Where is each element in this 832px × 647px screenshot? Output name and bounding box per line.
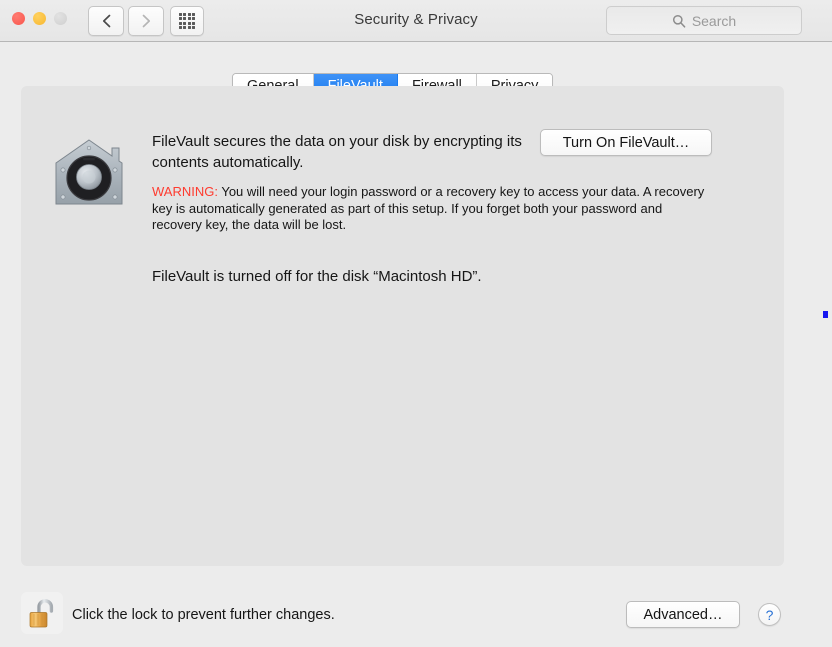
edge-artifact xyxy=(823,311,828,318)
unlocked-padlock-icon xyxy=(27,597,57,629)
filevault-status: FileVault is turned off for the disk “Ma… xyxy=(152,268,482,285)
filevault-warning: WARNING: You will need your login passwo… xyxy=(152,184,707,234)
turn-on-filevault-button[interactable]: Turn On FileVault… xyxy=(540,129,712,156)
warning-label: WARNING: xyxy=(152,184,218,199)
lock-caption: Click the lock to prevent further change… xyxy=(72,607,335,623)
search-placeholder: Search xyxy=(692,13,736,29)
window-toolbar: Security & Privacy Search xyxy=(0,0,832,42)
lock-toggle-button[interactable] xyxy=(21,592,63,634)
help-button[interactable]: ? xyxy=(758,603,781,626)
filevault-description: FileVault secures the data on your disk … xyxy=(152,131,522,173)
search-field[interactable]: Search xyxy=(606,6,802,35)
filevault-safe-icon xyxy=(50,134,128,212)
search-icon xyxy=(672,14,686,28)
security-privacy-window: Security & Privacy Search General FileVa… xyxy=(0,0,832,647)
warning-text: You will need your login password or a r… xyxy=(152,184,704,232)
advanced-button[interactable]: Advanced… xyxy=(626,601,740,628)
